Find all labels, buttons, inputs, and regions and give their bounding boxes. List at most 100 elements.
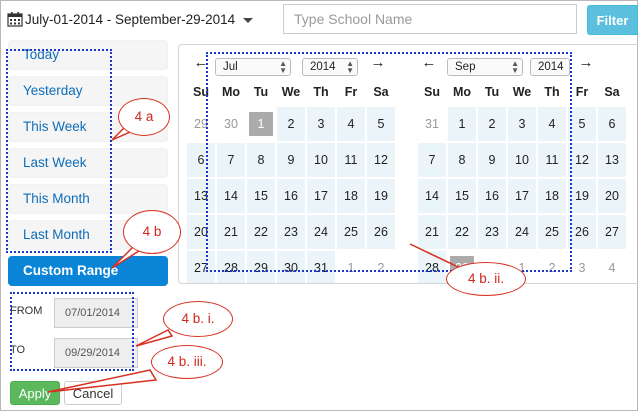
calendar-day[interactable]: 8 xyxy=(247,143,275,177)
calendar-day[interactable]: 7 xyxy=(418,143,446,177)
range-last-week[interactable]: Last Week xyxy=(8,148,168,178)
calendar-day[interactable]: 10 xyxy=(307,143,335,177)
calendar-day[interactable]: 16 xyxy=(478,179,506,213)
calendar-day[interactable]: 26 xyxy=(568,215,596,249)
calendar-day[interactable]: 14 xyxy=(418,179,446,213)
calendar-day[interactable]: 3 xyxy=(307,107,335,141)
calendar-day[interactable]: 30 xyxy=(478,251,506,283)
calendar-day[interactable]: 15 xyxy=(448,179,476,213)
calendar-icon xyxy=(7,12,23,27)
calendar-day[interactable]: 24 xyxy=(307,215,335,249)
calendar-day[interactable]: 17 xyxy=(508,179,536,213)
arrow-left-icon[interactable]: ← xyxy=(421,55,437,71)
calendar-day[interactable]: 19 xyxy=(367,179,395,213)
calendar-day[interactable]: 6 xyxy=(187,143,215,177)
calendar-day[interactable]: 1 xyxy=(249,112,273,136)
year-select[interactable]: 2014 ▲ ▼ xyxy=(302,58,358,76)
calendar-day[interactable]: 2 xyxy=(478,107,506,141)
calendar-day[interactable]: 22 xyxy=(448,215,476,249)
range-last-month[interactable]: Last Month xyxy=(8,220,168,250)
calendar-day[interactable]: 21 xyxy=(418,215,446,249)
calendar-day[interactable]: 9 xyxy=(277,143,305,177)
weekday-header: Th xyxy=(313,85,329,99)
range-this-week[interactable]: This Week xyxy=(8,112,168,142)
calendar-day[interactable]: 27 xyxy=(187,251,215,283)
school-search-input[interactable] xyxy=(283,4,577,34)
calendar-day[interactable]: 26 xyxy=(367,215,395,249)
calendar-day[interactable]: 29 xyxy=(450,256,474,280)
from-date-input[interactable] xyxy=(54,298,138,328)
calendar-day[interactable]: 18 xyxy=(538,179,566,213)
calendar-day[interactable]: 20 xyxy=(598,179,626,213)
cancel-button[interactable]: Cancel xyxy=(64,381,122,405)
calendar-day[interactable]: 31 xyxy=(418,107,446,141)
calendar-day[interactable]: 4 xyxy=(538,107,566,141)
calendar-day[interactable]: 6 xyxy=(598,107,626,141)
range-yesterday[interactable]: Yesterday xyxy=(8,76,168,106)
calendar-day[interactable]: 12 xyxy=(367,143,395,177)
date-range-label: July-01-2014 - September-29-2014 xyxy=(25,11,236,27)
calendar-day[interactable]: 13 xyxy=(187,179,215,213)
calendar-day[interactable]: 20 xyxy=(187,215,215,249)
calendar-day[interactable]: 2 xyxy=(277,107,305,141)
weekday-header: Th xyxy=(544,85,560,99)
calendar-day[interactable]: 1 xyxy=(448,107,476,141)
range-this-month[interactable]: This Month xyxy=(8,184,168,214)
range-list: Today Yesterday This Week Last Week This… xyxy=(8,40,170,292)
calendar-day[interactable]: 3 xyxy=(508,107,536,141)
calendar-day[interactable]: 30 xyxy=(277,251,305,283)
calendar-day[interactable]: 29 xyxy=(247,251,275,283)
arrow-right-icon[interactable]: → xyxy=(578,55,594,71)
month-select[interactable]: Jul ▲ ▼ xyxy=(215,58,291,76)
range-today[interactable]: Today xyxy=(8,40,168,70)
calendar-day[interactable]: 13 xyxy=(598,143,626,177)
calendar-day[interactable]: 31 xyxy=(307,251,335,283)
year-select[interactable]: 2014 xyxy=(530,58,570,76)
calendar-day[interactable]: 30 xyxy=(217,107,245,141)
range-custom[interactable]: Custom Range xyxy=(8,256,168,286)
to-date-input[interactable] xyxy=(54,338,138,368)
arrow-left-icon[interactable]: ← xyxy=(193,55,209,71)
calendar-day[interactable]: 1 xyxy=(337,251,365,283)
calendar-day[interactable]: 3 xyxy=(568,251,596,283)
calendar-day[interactable]: 19 xyxy=(568,179,596,213)
calendar-day[interactable]: 10 xyxy=(508,143,536,177)
calendar-day[interactable]: 16 xyxy=(277,179,305,213)
weekday-header: Mo xyxy=(452,85,472,99)
calendar-right: ← Sep ▲ ▼ 2014 → Su Mo Tu We Th Fr Sa 31 1 2 3 4 5 6 7 8… xyxy=(413,49,638,283)
calendar-day[interactable]: 28 xyxy=(217,251,245,283)
calendar-day[interactable]: 12 xyxy=(568,143,596,177)
calendar-day[interactable]: 28 xyxy=(418,251,446,283)
calendar-day[interactable]: 11 xyxy=(538,143,566,177)
calendar-day[interactable]: 24 xyxy=(508,215,536,249)
calendar-day[interactable]: 7 xyxy=(217,143,245,177)
calendar-day[interactable]: 5 xyxy=(568,107,596,141)
calendar-day[interactable]: 14 xyxy=(217,179,245,213)
calendar-day[interactable]: 11 xyxy=(337,143,365,177)
calendar-day[interactable]: 18 xyxy=(337,179,365,213)
calendar-day[interactable]: 2 xyxy=(367,251,395,283)
calendar-day[interactable]: 5 xyxy=(367,107,395,141)
calendar-day[interactable]: 25 xyxy=(337,215,365,249)
calendar-day[interactable]: 15 xyxy=(247,179,275,213)
calendar-day[interactable]: 9 xyxy=(478,143,506,177)
calendar-day[interactable]: 22 xyxy=(247,215,275,249)
calendar-day[interactable]: 21 xyxy=(217,215,245,249)
calendar-day[interactable]: 2 xyxy=(538,251,566,283)
weekday-header: We xyxy=(281,85,301,99)
filter-button[interactable]: Filter xyxy=(587,5,638,35)
date-range-toggle[interactable]: July-01-2014 - September-29-2014 xyxy=(7,8,254,30)
calendar-day[interactable]: 1 xyxy=(508,251,536,283)
calendar-day[interactable]: 29 xyxy=(187,107,215,141)
calendar-day[interactable]: 23 xyxy=(478,215,506,249)
apply-button[interactable]: Apply xyxy=(10,381,60,405)
calendar-day[interactable]: 25 xyxy=(538,215,566,249)
calendar-day[interactable]: 27 xyxy=(598,215,626,249)
calendar-day[interactable]: 17 xyxy=(307,179,335,213)
calendar-day[interactable]: 23 xyxy=(277,215,305,249)
calendar-day[interactable]: 4 xyxy=(598,251,626,283)
arrow-right-icon[interactable]: → xyxy=(370,55,386,71)
calendar-day[interactable]: 4 xyxy=(337,107,365,141)
month-select[interactable]: Sep ▲ ▼ xyxy=(447,58,523,76)
calendar-day[interactable]: 8 xyxy=(448,143,476,177)
